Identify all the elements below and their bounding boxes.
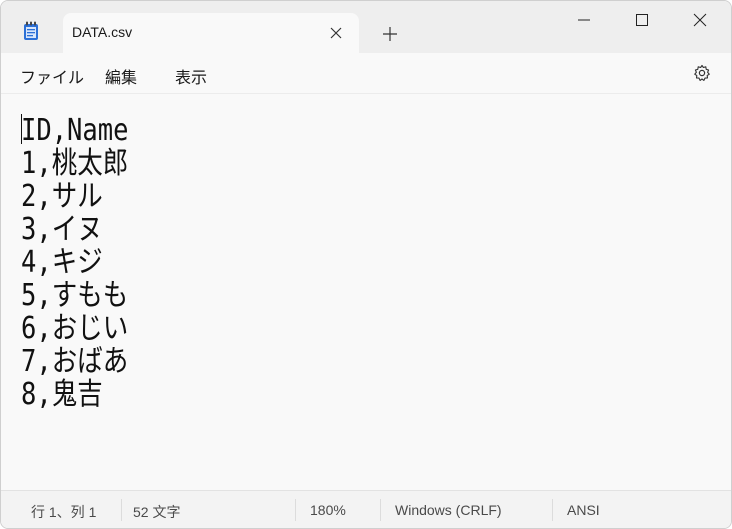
tab-title: DATA.csv [72, 24, 133, 40]
text-line: 7,おばあ [21, 344, 129, 379]
encoding[interactable]: ANSI [567, 502, 600, 518]
plus-icon [383, 27, 397, 41]
text-line: 8,鬼吉 [21, 377, 103, 412]
new-tab-button[interactable] [381, 25, 399, 43]
text-line: 4,キジ [21, 245, 103, 280]
close-icon[interactable] [329, 25, 343, 39]
zoom-level[interactable]: 180% [310, 502, 346, 518]
menu-bar: ファイル 編集 表示 [1, 53, 731, 94]
gear-icon [694, 64, 710, 81]
menu-view[interactable]: 表示 [175, 64, 207, 88]
tab-data-csv[interactable]: DATA.csv [63, 13, 359, 53]
notepad-icon [23, 21, 39, 41]
line-ending[interactable]: Windows (CRLF) [395, 502, 502, 518]
title-bar[interactable]: DATA.csv [1, 1, 731, 53]
menu-file[interactable]: ファイル [20, 64, 84, 88]
close-window-button[interactable] [671, 1, 729, 37]
text-line: ID,Name [21, 113, 129, 148]
text-line: 6,おじい [21, 311, 129, 346]
maximize-icon [636, 14, 648, 26]
minimize-icon [578, 19, 590, 21]
text-line: 1,桃太郎 [21, 146, 129, 181]
settings-button[interactable] [693, 64, 711, 82]
cursor-position: 行 1、列 1 [31, 504, 97, 520]
maximize-button[interactable] [613, 1, 671, 37]
menu-edit[interactable]: 編集 [105, 64, 137, 88]
status-divider [295, 499, 296, 521]
character-count: 52 文字 [133, 504, 181, 520]
status-divider [121, 499, 122, 521]
notepad-window: DATA.csv ファイル 編集 表示 ID,Name 1,桃太郎 2,サル 3… [0, 0, 732, 529]
text-line: 3,イヌ [21, 212, 103, 247]
text-line: 2,サル [21, 179, 103, 214]
status-divider [552, 499, 553, 521]
status-bar: 行 1、列 1 52 文字 180% Windows (CRLF) ANSI [1, 490, 731, 528]
close-icon [693, 13, 707, 27]
text-editor[interactable]: ID,Name 1,桃太郎 2,サル 3,イヌ 4,キジ 5,すもも 6,おじい… [1, 94, 731, 489]
status-divider [380, 499, 381, 521]
text-line: 5,すもも [21, 278, 129, 313]
minimize-button[interactable] [555, 1, 613, 37]
